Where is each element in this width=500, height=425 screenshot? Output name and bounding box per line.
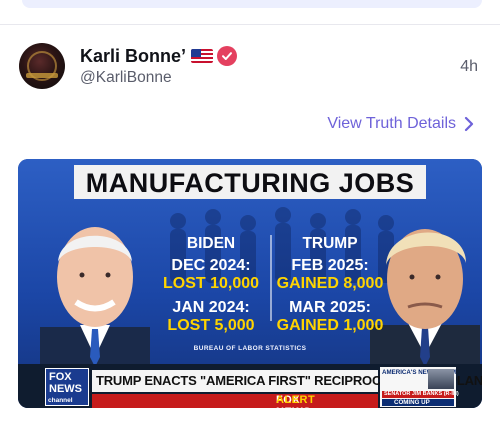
author-name[interactable]: Karli Bonne’: [80, 46, 186, 67]
author-row: Karli Bonne’: [80, 45, 238, 67]
alert-bar: FOX NEWS ALERT: [92, 394, 378, 408]
news-chyron: FOX NEWS channel TRUMP ENACTS "AMERICA F…: [18, 364, 482, 408]
avatar[interactable]: [19, 43, 65, 89]
image-headline: MANUFACTURING JOBS: [85, 168, 415, 198]
biden-line1-value: LOST 10,000: [162, 275, 260, 292]
post-image[interactable]: MANUFACTURING JOBS BIDEN DEC 2024: LOST …: [18, 159, 482, 408]
source-label: BUREAU OF LABOR STATISTICS: [193, 345, 307, 352]
biden-line2-date: JAN 2024:: [172, 299, 250, 316]
biden-line2-value: LOST 5,000: [167, 317, 255, 334]
newsroom-box: AMERICA'S NEWSROOM SENATOR JIM BANKS (R-…: [380, 367, 459, 407]
verified-badge-icon: [217, 46, 238, 66]
fox-news-logo: FOX NEWS channel: [45, 368, 89, 406]
view-truth-details-link[interactable]: View Truth Details: [327, 115, 474, 133]
trump-line1-value: GAINED 8,000: [276, 275, 384, 292]
biden-column: BIDEN DEC 2024: LOST 10,000 JAN 2024: LO…: [152, 235, 270, 335]
previous-post-card-edge: [22, 0, 482, 8]
author-handle[interactable]: @KarliBonne: [80, 69, 172, 87]
guest-thumbnail: [428, 369, 454, 389]
alert-word: ALERT: [276, 394, 316, 406]
post-time[interactable]: 4h: [460, 58, 478, 76]
chyron-headline-bar: TRUMP ENACTS "AMERICA FIRST" RECIPROCAL …: [92, 370, 482, 392]
senator-label: SENATOR JIM BANKS (R-IN): [384, 391, 459, 397]
truth-post[interactable]: Karli Bonne’ @KarliBonne 4h View Truth D…: [0, 25, 500, 425]
trump-line2-date: MAR 2025:: [289, 299, 371, 316]
coming-up-label: COMING UP: [394, 399, 430, 406]
view-truth-details-label: View Truth Details: [327, 115, 456, 132]
chevron-right-icon: [464, 116, 474, 132]
us-flag-icon: [191, 49, 214, 63]
trump-line2-value: GAINED 1,000: [276, 317, 384, 334]
trump-label: TRUMP: [302, 235, 358, 252]
trump-line1-date: FEB 2025:: [291, 257, 369, 274]
biden-line1-date: DEC 2024:: [171, 257, 251, 274]
biden-label: BIDEN: [186, 235, 236, 252]
trump-column: TRUMP FEB 2025: GAINED 8,000 MAR 2025: G…: [272, 235, 388, 335]
